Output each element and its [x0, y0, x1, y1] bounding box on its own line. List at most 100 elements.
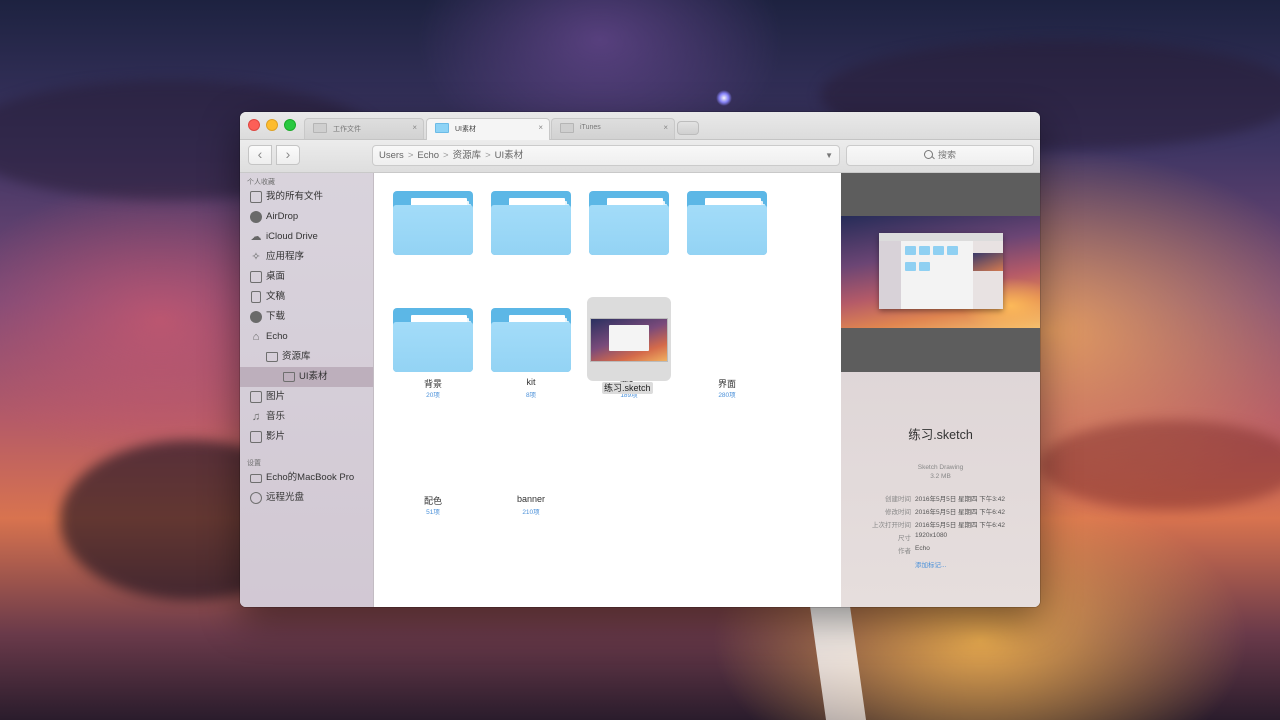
sidebar-item-label: 资源库 [282, 351, 311, 362]
tab-bar: 工作文件 × UI素材 × iTunes × [240, 112, 1040, 140]
sidebar-item-label: 桌面 [266, 271, 286, 282]
sidebar-item-label: UI素材 [299, 371, 328, 382]
tab-itunes[interactable]: iTunes × [551, 118, 675, 139]
desktop-icon [250, 271, 262, 283]
meta-value: 2016年5月5日 星期四 下午6:42 [915, 509, 1005, 516]
sidebar-item-label: 下载 [266, 311, 286, 322]
sidebar-item-label: 音乐 [266, 411, 286, 422]
sidebar-item-downloads[interactable]: 下载 [240, 307, 373, 327]
sidebar-item-pictures[interactable]: 图片 [240, 387, 373, 407]
all-files-icon [250, 191, 262, 203]
sidebar-item-macbook[interactable]: Echo的MacBook Pro [240, 468, 373, 488]
sidebar: 个人收藏 我的所有文件 AirDrop ☁ iCloud Drive ✧ 应用程… [240, 173, 374, 607]
minimize-window-button[interactable] [266, 119, 278, 131]
path-separator: > [407, 150, 414, 161]
folder-icon [560, 123, 574, 133]
folder-icon [283, 372, 295, 382]
preview-title: 练习.sketch [908, 428, 973, 442]
sidebar-item-label: Echo [266, 331, 288, 342]
folder-icon [435, 123, 449, 133]
toolbar: ‹ › Users > Echo > 资源库 > UI素材 ▼ 搜索 [240, 140, 1040, 173]
close-tab-icon[interactable]: × [412, 123, 417, 132]
search-input[interactable]: 搜索 [846, 145, 1034, 166]
meta-key: 上次打开时间 [872, 522, 911, 529]
preview-kind: Sketch Drawing [917, 464, 964, 471]
tab-ui-assets[interactable]: UI素材 × [426, 118, 550, 140]
sidebar-item-ui-assets[interactable]: UI素材 [240, 367, 373, 387]
path-bar[interactable]: Users > Echo > 资源库 > UI素材 ▼ [372, 145, 840, 166]
tab-work-files[interactable]: 工作文件 × [304, 118, 424, 139]
preview-image [841, 216, 1040, 328]
zoom-window-button[interactable] [284, 119, 296, 131]
folder-icon[interactable] [393, 308, 473, 372]
path-separator: > [443, 150, 449, 161]
item-count: 210项 [522, 509, 540, 516]
folder-icon[interactable] [687, 191, 767, 255]
music-icon: ♫ [251, 411, 261, 423]
sidebar-item-movies[interactable]: 影片 [240, 427, 373, 447]
sidebar-item-echo[interactable]: ⌂ Echo [240, 327, 373, 347]
file-grid: 背景 20项 kit 8项 图标 189项 界面 280项 配色 51项 ban… [374, 173, 840, 607]
back-button[interactable]: ‹ [248, 145, 272, 165]
cloud-icon: ☁ [250, 231, 262, 243]
meta-value: 1920x1080 [915, 532, 948, 539]
path-segment[interactable]: Echo [417, 150, 439, 161]
sidebar-item-label: AirDrop [266, 211, 299, 222]
path-segment[interactable]: UI素材 [495, 150, 524, 161]
sidebar-section-favorites: 个人收藏 [247, 179, 275, 186]
path-separator: > [485, 150, 491, 161]
sidebar-item-desktop[interactable]: 桌面 [240, 267, 373, 287]
folder-icon[interactable] [589, 191, 669, 255]
meta-key: 尺寸 [898, 535, 911, 542]
sidebar-item-documents[interactable]: 文稿 [240, 287, 373, 307]
file-name[interactable]: 练习.sketch [602, 382, 653, 394]
meta-row: 作者 Echo [841, 545, 1040, 555]
chevron-down-icon[interactable]: ▼ [825, 146, 833, 165]
film-icon [250, 431, 262, 443]
file-name[interactable]: kit [486, 377, 576, 387]
meta-row: 上次打开时间 2016年5月5日 星期四 下午6:42 [841, 519, 1040, 529]
tab-label: UI素材 [455, 126, 476, 133]
close-window-button[interactable] [248, 119, 260, 131]
meta-value: 2016年5月5日 星期四 下午3:42 [915, 496, 1005, 503]
path-segment[interactable]: 资源库 [453, 150, 482, 161]
meta-row: 尺寸 1920x1080 [841, 532, 1040, 542]
sidebar-item-music[interactable]: ♫ 音乐 [240, 407, 373, 427]
close-tab-icon[interactable]: × [663, 123, 668, 132]
preview-pane: 练习.sketch Sketch Drawing 3.2 MB 创建时间 201… [841, 173, 1040, 607]
sidebar-item-remote-disc[interactable]: 远程光盘 [240, 488, 373, 508]
sidebar-item-all-files[interactable]: 我的所有文件 [240, 187, 373, 207]
sidebar-item-label: 图片 [266, 391, 286, 402]
meta-key: 修改时间 [885, 509, 911, 516]
sidebar-item-library[interactable]: 资源库 [240, 347, 373, 367]
new-tab-button[interactable] [677, 121, 699, 135]
meta-key: 创建时间 [885, 496, 911, 503]
sketch-file-thumbnail[interactable] [590, 318, 668, 362]
search-icon [923, 150, 933, 159]
add-tags-link[interactable]: 添加标记... [915, 559, 946, 569]
preview-image-area [841, 173, 1040, 372]
folder-icon[interactable] [393, 191, 473, 255]
sidebar-item-label: iCloud Drive [266, 231, 318, 242]
close-tab-icon[interactable]: × [538, 123, 543, 132]
folder-icon [313, 123, 327, 133]
tab-label: iTunes [580, 124, 601, 131]
sidebar-item-applications[interactable]: ✧ 应用程序 [240, 247, 373, 267]
sidebar-item-label: 远程光盘 [266, 492, 305, 503]
document-icon [251, 291, 261, 303]
download-icon [250, 311, 262, 323]
sidebar-item-label: Echo的MacBook Pro [266, 472, 355, 483]
sidebar-section-devices: 设置 [247, 460, 261, 467]
file-name[interactable]: banner [486, 494, 576, 504]
sidebar-item-icloud[interactable]: ☁ iCloud Drive [240, 227, 373, 247]
sidebar-item-label: 文稿 [266, 291, 286, 302]
sidebar-item-airdrop[interactable]: AirDrop [240, 207, 373, 227]
meta-key: 作者 [898, 548, 911, 555]
forward-button[interactable]: › [276, 145, 300, 165]
path-segment[interactable]: Users [379, 150, 404, 161]
meta-row: 修改时间 2016年5月5日 星期四 下午6:42 [841, 506, 1040, 516]
disc-icon [250, 492, 262, 504]
folder-icon[interactable] [491, 308, 571, 372]
camera-icon [250, 391, 262, 403]
folder-icon[interactable] [491, 191, 571, 255]
